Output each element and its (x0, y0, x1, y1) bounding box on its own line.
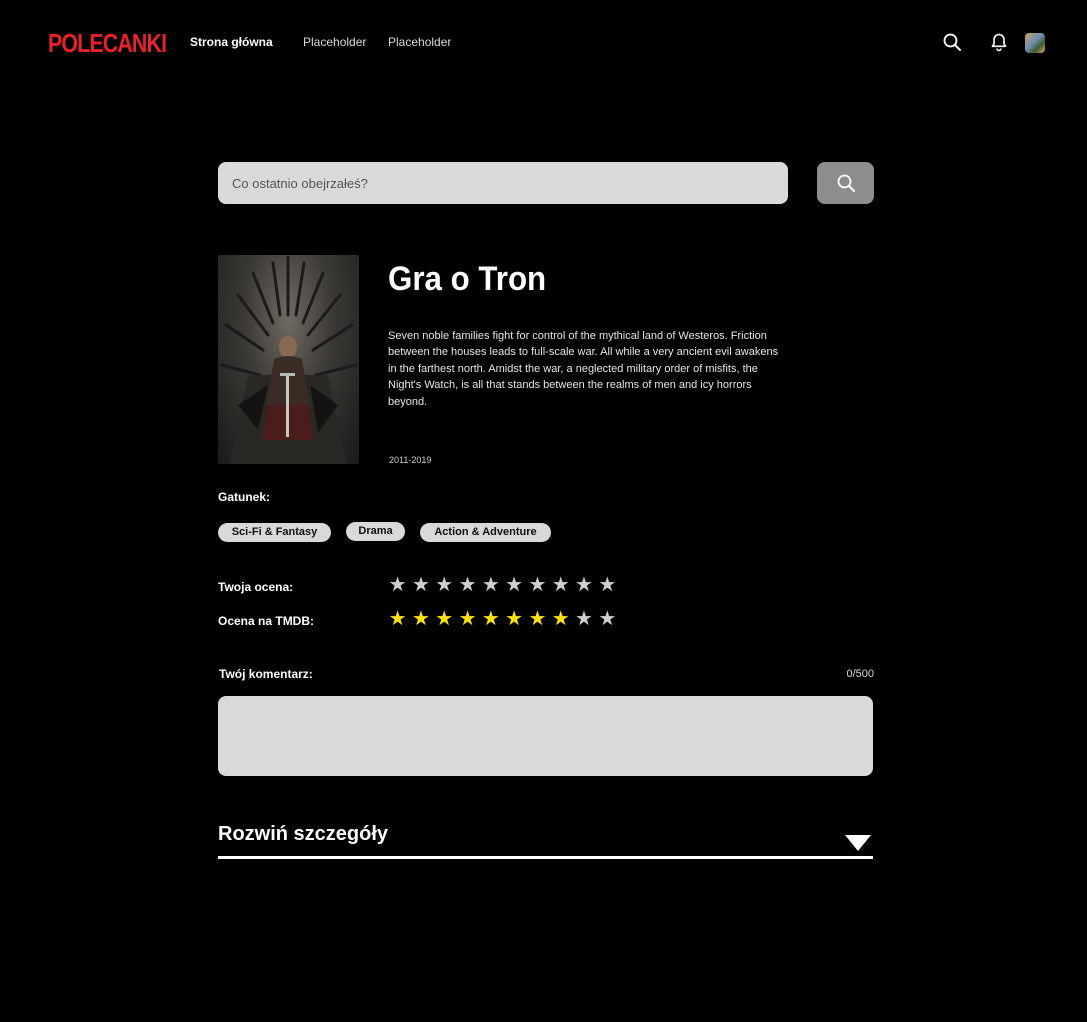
user-rating-star-icon[interactable]: ★ (596, 574, 619, 596)
nav-item-placeholder-2[interactable]: Placeholder (388, 34, 451, 50)
tmdb-rating-star-icon: ★ (528, 608, 547, 630)
search-input[interactable] (218, 162, 788, 204)
tmdb-rating-stars: ★ ★ ★ ★ ★ ★ ★ ★ ★ ★ (386, 608, 619, 630)
genre-label: Gatunek: (218, 490, 271, 504)
tmdb-rating-star-icon: ★ (598, 608, 617, 630)
user-rating-label: Twoja ocena: (218, 580, 294, 594)
tmdb-rating-star-icon: ★ (505, 608, 524, 630)
show-description: Seven noble families fight for control o… (388, 330, 779, 408)
user-rating-star-icon[interactable]: ★ (386, 574, 409, 596)
user-rating-stars[interactable]: ★ ★ ★ ★ ★ ★ ★ ★ ★ ★ (386, 574, 619, 596)
nav-item-placeholder-1[interactable]: Placeholder (303, 34, 366, 50)
user-rating-star-icon[interactable]: ★ (479, 574, 502, 596)
avatar[interactable] (1025, 33, 1045, 53)
comment-label: Twój komentarz: (219, 667, 313, 681)
bell-icon[interactable] (989, 32, 1009, 52)
tmdb-rating-star-icon: ★ (458, 608, 477, 630)
genre-tag-drama[interactable]: Drama (346, 522, 405, 541)
logo[interactable]: POLECANKI (48, 29, 167, 57)
user-rating-star-icon[interactable]: ★ (572, 574, 595, 596)
triangle-down-icon (845, 835, 871, 851)
tmdb-rating-star-icon: ★ (435, 608, 454, 630)
user-rating-star-icon[interactable]: ★ (433, 574, 456, 596)
user-rating-star-icon[interactable]: ★ (526, 574, 549, 596)
comment-textarea[interactable] (218, 696, 873, 776)
genre-tag-scifi-fantasy[interactable]: Sci-Fi & Fantasy (218, 523, 331, 542)
tmdb-rating-label: Ocena na TMDB: (218, 614, 315, 628)
poster-artwork (220, 255, 358, 464)
comment-char-counter: 0/500 (846, 668, 874, 680)
tmdb-rating-star-icon: ★ (575, 608, 593, 630)
page: POLECANKI Strona główna Placeholder Plac… (0, 0, 1087, 1022)
user-rating-star-icon[interactable]: ★ (409, 574, 432, 596)
details-expander[interactable]: Rozwiń szczegóły (218, 818, 873, 859)
tmdb-rating-star-icon: ★ (481, 608, 500, 630)
user-rating-star-icon[interactable]: ★ (456, 574, 479, 596)
search-button[interactable] (817, 162, 874, 204)
poster-image (218, 255, 359, 464)
search-icon (837, 174, 855, 192)
user-rating-star-icon[interactable]: ★ (549, 574, 572, 596)
genre-tag-action-adventure[interactable]: Action & Adventure (420, 523, 551, 542)
tmdb-rating-star-icon: ★ (411, 608, 430, 630)
nav-item-home[interactable]: Strona główna (190, 34, 273, 50)
tmdb-rating-star-icon: ★ (551, 608, 570, 630)
details-expander-label: Rozwiń szczegóły (218, 823, 389, 845)
user-rating-star-icon[interactable]: ★ (502, 574, 525, 596)
search-icon[interactable] (942, 32, 962, 52)
tmdb-rating-star-icon: ★ (388, 608, 407, 630)
show-title: Gra o Tron (388, 260, 547, 298)
show-years: 2011-2019 (389, 455, 432, 465)
